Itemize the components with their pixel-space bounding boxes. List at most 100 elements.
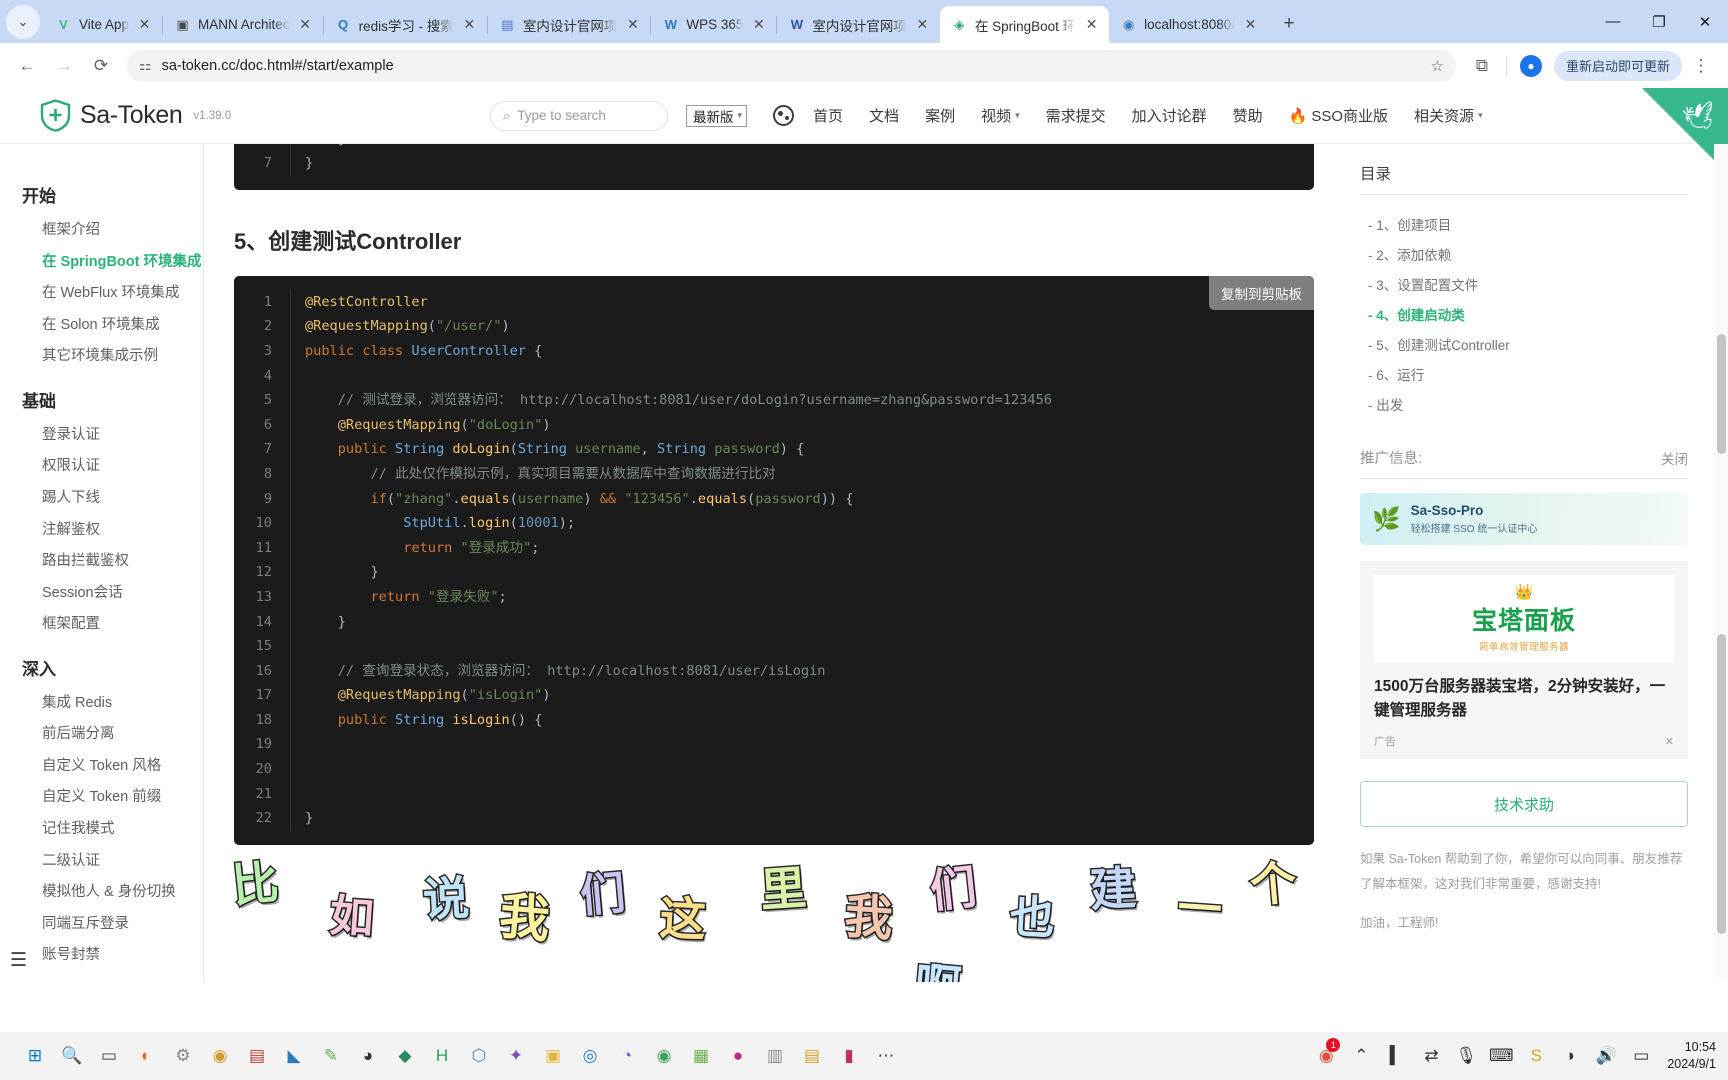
sidebar-item[interactable]: 同端互斥登录 <box>0 909 203 941</box>
battery-icon[interactable]: ▭ <box>1628 1039 1654 1073</box>
browser-tab[interactable]: W 室内设计官网项 ✕ <box>777 6 940 43</box>
tab-close-icon[interactable]: ✕ <box>461 16 478 33</box>
sync-icon[interactable]: ⇄ <box>1418 1039 1444 1073</box>
browser-tab[interactable]: ▣ MANN Architec ✕ <box>163 6 323 43</box>
sidebar-item[interactable]: 模拟他人 & 身份切换 <box>0 877 203 909</box>
mic-icon[interactable]: 🎙 <box>1453 1039 1479 1073</box>
search-icon[interactable]: 🔍 <box>55 1039 89 1073</box>
tool-icon[interactable]: ▥ <box>758 1039 792 1073</box>
keyboard-icon[interactable]: ⌨ <box>1488 1039 1514 1073</box>
bookmark-star-icon[interactable]: ☆ <box>1431 57 1444 75</box>
sidebar-item[interactable]: 账号封禁 <box>0 940 203 972</box>
toc-item[interactable]: - 1、创建项目 <box>1360 209 1688 239</box>
sidebar-item[interactable]: 注解鉴权 <box>0 515 203 547</box>
toc-item[interactable]: - 6、运行 <box>1360 359 1688 389</box>
ad-close-button[interactable]: ✕ <box>1665 735 1674 748</box>
sidebar-item[interactable]: 其它环境集成示例 <box>0 341 203 373</box>
site-logo[interactable]: Sa-Token v1.39.0 <box>0 99 250 132</box>
sidebar-item[interactable]: 权限认证 <box>0 451 203 483</box>
wifi-icon[interactable]: ◗ <box>1558 1039 1584 1073</box>
page-scrollbar[interactable] <box>1714 144 1728 982</box>
sidebar-item[interactable]: 踢人下线 <box>0 483 203 515</box>
chevron-up-icon[interactable]: ⌃ <box>1348 1039 1374 1073</box>
browser-tab[interactable]: ◉ localhost:8080/ ✕ <box>1109 6 1268 43</box>
tab-close-icon[interactable]: ✕ <box>136 16 153 33</box>
toc-item[interactable]: - 5、创建测试Controller <box>1360 329 1688 359</box>
nav-item[interactable]: 相关资源 ▾ <box>1401 105 1496 126</box>
nav-item[interactable]: 赞助 <box>1220 105 1276 126</box>
maximize-button[interactable]: ❐ <box>1636 0 1682 43</box>
hamburger-icon[interactable]: ☰ <box>10 949 27 972</box>
forward-button[interactable]: → <box>47 49 81 83</box>
sogou-icon[interactable]: S <box>1523 1039 1549 1073</box>
nav-item[interactable]: 视频 ▾ <box>968 105 1033 126</box>
chrome-icon[interactable]: ◉ <box>647 1039 681 1073</box>
sidebar-item[interactable]: 自定义 Token 前缀 <box>0 782 203 814</box>
package-icon[interactable]: ▤ <box>240 1039 274 1073</box>
browser-tab[interactable]: W WPS 365 ✕ <box>651 6 776 43</box>
sso-ad-banner[interactable]: 🌿 Sa-Sso-Pro 轻松搭建 SSO 统一认证中心 <box>1360 493 1688 545</box>
update-available-button[interactable]: 重新启动即可更新 <box>1553 50 1682 81</box>
sidebar-item[interactable]: 自定义 Token 风格 <box>0 751 203 783</box>
android-icon[interactable]: ▦ <box>684 1039 718 1073</box>
browser-tab[interactable]: Qredis学习 - 搜索 ✕ <box>324 6 487 43</box>
browser-tab[interactable]: V Vite App ✕ <box>44 6 162 43</box>
baota-ad[interactable]: 👑 宝塔面板 简单高效管理服务器 1500万台服务器装宝塔，2分钟安装好，一键管… <box>1360 561 1688 760</box>
tab-close-icon[interactable]: ✕ <box>624 16 641 33</box>
copy-to-clipboard-button[interactable]: 复制到剪贴板 <box>1209 275 1314 310</box>
version-select[interactable]: 最新版 ▾ <box>686 104 748 127</box>
stats-icon[interactable]: ▍ <box>1383 1039 1409 1073</box>
tab-search-chevron-icon[interactable]: ⌄ <box>6 5 40 39</box>
sidebar-item[interactable]: 框架配置 <box>0 609 203 641</box>
cube-icon[interactable]: ⬡ <box>462 1039 496 1073</box>
tab-close-icon[interactable]: ✕ <box>297 16 314 33</box>
close-window-button[interactable]: ✕ <box>1682 0 1728 43</box>
obs-icon[interactable]: ● <box>721 1039 755 1073</box>
settings-icon[interactable]: ⚙ <box>166 1039 200 1073</box>
sidebar-item[interactable]: 路由拦截鉴权 <box>0 546 203 578</box>
edge-icon[interactable]: ◎ <box>573 1039 607 1073</box>
nav-item[interactable]: 首页 <box>800 105 856 126</box>
steam-icon[interactable]: ◔ <box>610 1039 644 1073</box>
language-globe-icon[interactable] <box>773 105 795 126</box>
sidebar-item[interactable]: 框架介绍 <box>0 215 203 247</box>
tab-close-icon[interactable]: ✕ <box>1242 16 1259 33</box>
page-scrollbar-thumb[interactable] <box>1717 334 1726 454</box>
idea-icon[interactable]: ▮ <box>832 1039 866 1073</box>
hbuilder-icon[interactable]: H <box>425 1039 459 1073</box>
sidebar-item[interactable]: 记住我模式 <box>0 814 203 846</box>
reload-button[interactable]: ⟳ <box>84 49 118 83</box>
toc-item[interactable]: - 2、添加依赖 <box>1360 239 1688 269</box>
promo-close-button[interactable]: 关闭 <box>1661 448 1688 468</box>
sidebar-item[interactable]: 在 WebFlux 环境集成 <box>0 278 203 310</box>
vscode-icon[interactable]: ◣ <box>277 1039 311 1073</box>
toc-item[interactable]: - 出发 <box>1360 389 1688 419</box>
toc-item[interactable]: - 3、设置配置文件 <box>1360 269 1688 299</box>
code-block-controller[interactable]: 复制到剪贴板 1 @RestController 2 @RequestMapping(… <box>234 275 1314 845</box>
vs-icon[interactable]: ✦ <box>499 1039 533 1073</box>
back-button[interactable]: ← <box>10 49 44 83</box>
task-view-icon[interactable]: ▭ <box>92 1039 126 1073</box>
site-search-input[interactable]: ⌕ Type to search <box>490 100 668 131</box>
sidebar-item[interactable]: 前后端分离 <box>0 719 203 751</box>
sidebar-item[interactable]: Session会话 <box>0 578 203 610</box>
code-block-startup[interactable]: 5 System.out.println("启动成功，Sa-Token 配置如下… <box>234 144 1314 190</box>
compass-icon[interactable]: ◉ <box>203 1039 237 1073</box>
address-bar[interactable]: ⚏ sa-token.cc/doc.html#/start/example ☆ <box>127 49 1456 82</box>
tech-help-button[interactable]: 技术求助 <box>1360 781 1688 828</box>
tab-close-icon[interactable]: ✕ <box>1083 16 1100 33</box>
paint-icon[interactable]: ✎ <box>314 1039 348 1073</box>
tab-close-icon[interactable]: ✕ <box>750 16 767 33</box>
sidebar-item[interactable]: 在 Solon 环境集成 <box>0 310 203 342</box>
explorer-icon[interactable]: ▣ <box>536 1039 570 1073</box>
sidebar-item[interactable]: 在 SpringBoot 环境集成 <box>0 247 203 279</box>
tab-close-icon[interactable]: ✕ <box>914 16 931 33</box>
firefox-icon[interactable]: ◐ <box>129 1039 163 1073</box>
page-scrollbar-thumb-secondary[interactable] <box>1717 634 1726 934</box>
browser-tab-active[interactable]: ◈ 在 SpringBoot 环 ✕ <box>939 6 1110 43</box>
minimize-button[interactable]: — <box>1590 0 1636 43</box>
nav-item[interactable]: 加入讨论群 <box>1119 105 1220 126</box>
taskbar-clock[interactable]: 10:54 2024/9/1 <box>1663 1039 1716 1073</box>
overflow-icon[interactable]: ⋯ <box>869 1039 903 1073</box>
browser-tab[interactable]: ▤ 室内设计官网项 ✕ <box>488 6 651 43</box>
